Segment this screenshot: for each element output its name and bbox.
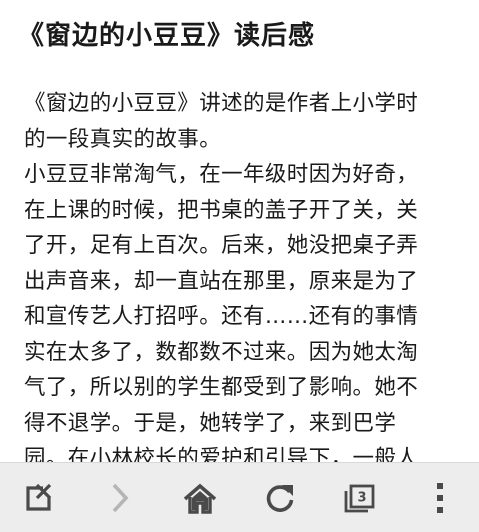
reload-button[interactable] xyxy=(240,463,320,532)
article-content: 《窗边的小豆豆》读后感 《窗边的小豆豆》讲述的是作者上小学时 的一段真实的故事。… xyxy=(0,0,479,462)
tab-count: 3 xyxy=(357,491,366,506)
paragraph-2: 小豆豆非常淘气，在一年级时因为好奇， 在上课的时候，把书桌的盖子开了关，关 了开… xyxy=(24,157,464,462)
text-line: 小豆豆非常淘气，在一年级时因为好奇， xyxy=(24,162,419,187)
home-icon xyxy=(183,483,217,514)
forward-icon xyxy=(112,483,129,513)
reload-icon xyxy=(266,485,294,512)
text-line: 园。在小林校长的爱护和引导下，一般人 xyxy=(24,446,419,462)
article-title: 《窗边的小豆豆》读后感 xyxy=(18,21,316,51)
forward-button[interactable] xyxy=(80,463,160,532)
menu-button[interactable] xyxy=(400,463,479,532)
paragraph-1: 《窗边的小豆豆》讲述的是作者上小学时 的一段真实的故事。 xyxy=(24,86,464,157)
text-line: 出声音来，却一直站在那里，原来是为了 xyxy=(24,268,419,294)
browser-page: 《窗边的小豆豆》读后感 《窗边的小豆豆》讲述的是作者上小学时 的一段真实的故事。… xyxy=(0,0,479,532)
bottom-toolbar: 3 xyxy=(0,462,479,532)
text-line: 的一段真实的故事。 xyxy=(24,126,222,152)
text-line: 气了，所以别的学生都受到了影响。她不 xyxy=(24,375,419,400)
home-button[interactable] xyxy=(160,463,240,532)
text-line: 了开，足有上百次。后来，她没把桌子弄 xyxy=(24,233,419,258)
menu-icon xyxy=(437,483,443,513)
text-line: 得不退学。于是，她转学了，来到巴学 xyxy=(24,410,397,436)
text-line: 在上课的时候，把书桌的盖子开了关，关 xyxy=(24,197,419,223)
close-tab-icon xyxy=(26,483,52,511)
text-line: 实在太多了，数都数不过来。因为她太淘 xyxy=(24,339,419,365)
text-line: 和宣传艺人打招呼。还有……还有的事情 xyxy=(24,304,419,329)
tabs-icon: 3 xyxy=(344,484,375,513)
tabs-button[interactable]: 3 xyxy=(320,463,400,532)
close-tab-button[interactable] xyxy=(0,463,80,532)
text-line: 《窗边的小豆豆》讲述的是作者上小学时 xyxy=(24,91,419,116)
